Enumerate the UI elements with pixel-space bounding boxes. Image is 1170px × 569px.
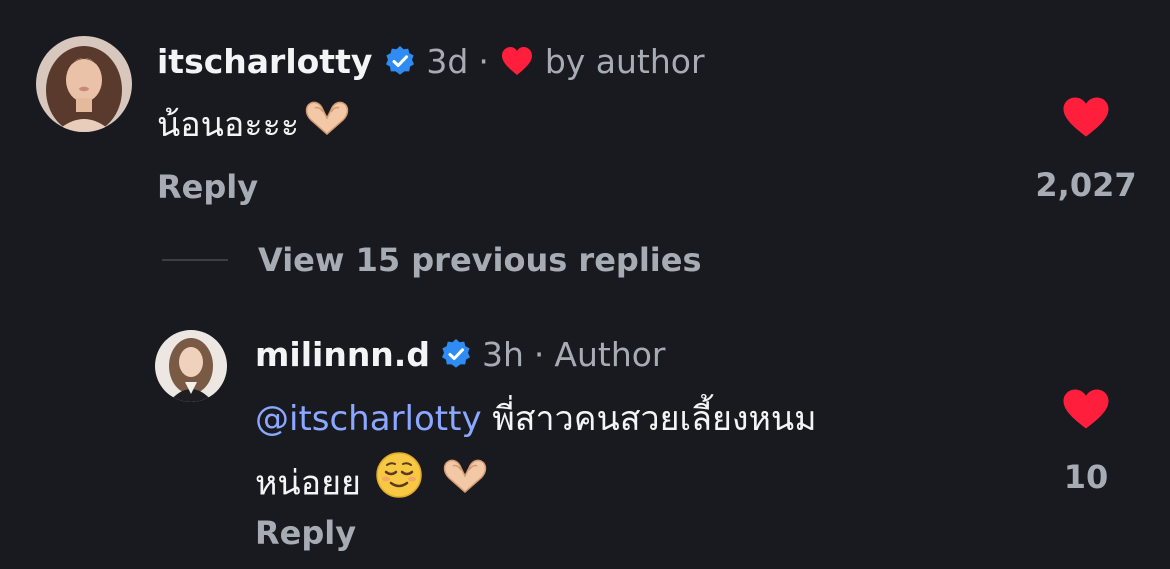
comment-text-content: น้อนอะะะ: [157, 105, 300, 145]
author-label: Author: [554, 334, 666, 374]
comment-itscharlotty: itscharlotty 3d · by author น้อนอะะะ Rep…: [0, 0, 1170, 220]
liked-by-author-label: by author: [544, 41, 705, 81]
like-column: 2,027: [1030, 96, 1142, 204]
avatar[interactable]: [36, 36, 132, 132]
like-count: 2,027: [1035, 166, 1137, 204]
comment-text: น้อนอะะะ: [157, 94, 353, 158]
comment-header: itscharlotty 3d · by author: [157, 40, 705, 82]
username[interactable]: milinnn.d: [255, 335, 430, 374]
comment-header: milinnn.d 3h · Author: [255, 333, 666, 375]
heart-hands-emoji: [439, 454, 491, 516]
small-heart-icon: [501, 46, 533, 76]
separator-dot: ·: [478, 41, 489, 81]
like-count: 10: [1063, 458, 1109, 496]
divider-line: [162, 259, 228, 261]
separator-dot: ·: [533, 334, 545, 374]
reply-button[interactable]: Reply: [157, 168, 258, 206]
timestamp: 3h: [481, 334, 524, 374]
like-column: 10: [1030, 388, 1142, 496]
like-heart-icon[interactable]: [1062, 96, 1110, 142]
timestamp: 3d: [426, 41, 469, 81]
reply-button[interactable]: Reply: [255, 514, 356, 552]
comment-text: @itscharlotty พี่สาวคนสวยเลี้ยงหนม หน่อย…: [255, 388, 817, 520]
comment-text-content: พี่สาวคนสวยเลี้ยงหนม: [492, 399, 817, 439]
comment-text-line-2: หน่อยย: [255, 450, 817, 520]
comment-text-line-1: @itscharlotty พี่สาวคนสวยเลี้ยงหนม: [255, 388, 817, 450]
relieved-face-emoji: [374, 450, 424, 520]
comment-milinnn-d: milinnn.d 3h · Author @itscharlotty พี่ส…: [0, 300, 1170, 569]
view-previous-replies[interactable]: View 15 previous replies: [162, 238, 702, 282]
view-replies-label[interactable]: View 15 previous replies: [258, 241, 702, 279]
avatar[interactable]: [155, 330, 227, 402]
mention-link[interactable]: @itscharlotty: [255, 399, 482, 439]
username[interactable]: itscharlotty: [157, 42, 372, 81]
heart-hands-emoji: [301, 96, 353, 158]
comment-text-content-2: หน่อยย: [255, 463, 361, 504]
like-heart-icon[interactable]: [1062, 388, 1110, 434]
verified-badge-icon: [440, 338, 472, 370]
verified-badge-icon: [384, 45, 416, 77]
